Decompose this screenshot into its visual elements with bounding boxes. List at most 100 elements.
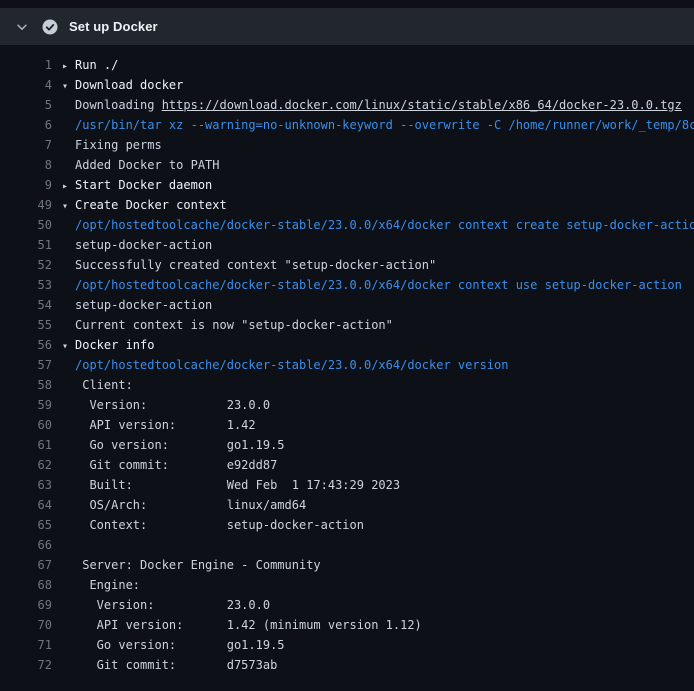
log-line: 62 Git commit: e92dd87	[0, 455, 694, 475]
log-text: API version: 1.42 (minimum version 1.12)	[62, 615, 694, 635]
caret-down-icon[interactable]: ▾	[62, 77, 75, 95]
log-text: Version: 23.0.0	[62, 595, 694, 615]
log-line: 72 Git commit: d7573ab	[0, 655, 694, 675]
log-text: Added Docker to PATH	[62, 155, 694, 175]
log-line: 65 Context: setup-docker-action	[0, 515, 694, 535]
log-line: 50/opt/hostedtoolcache/docker-stable/23.…	[0, 215, 694, 235]
log-line: 69 Version: 23.0.0	[0, 595, 694, 615]
line-number[interactable]: 5	[0, 95, 52, 115]
log-line: 71 Go version: go1.19.5	[0, 635, 694, 655]
group-title[interactable]: Create Docker context	[75, 198, 227, 212]
log-scroll-area[interactable]: 1▸Run ./4▾Download docker5Downloading ht…	[0, 45, 694, 683]
log-text: Current context is now "setup-docker-act…	[62, 315, 694, 335]
line-number[interactable]: 52	[0, 255, 52, 275]
log-text: Go version: go1.19.5	[62, 635, 694, 655]
line-number[interactable]: 49	[0, 195, 52, 215]
chevron-down-icon[interactable]	[15, 20, 29, 34]
log-text: Client:	[62, 375, 694, 395]
line-number[interactable]: 55	[0, 315, 52, 335]
log-line: 49 ▾Create Docker context	[0, 195, 694, 215]
log-line: 68 Engine:	[0, 575, 694, 595]
line-number[interactable]: 66	[0, 535, 52, 555]
log-text: Git commit: e92dd87	[62, 455, 694, 475]
line-number[interactable]: 64	[0, 495, 52, 515]
success-check-icon	[42, 19, 58, 35]
caret-down-icon[interactable]: ▾	[62, 197, 75, 215]
log-command-text: /opt/hostedtoolcache/docker-stable/23.0.…	[62, 215, 694, 235]
line-number[interactable]: 53	[0, 275, 52, 295]
line-number[interactable]: 61	[0, 435, 52, 455]
group-title[interactable]: Start Docker daemon	[75, 178, 212, 192]
group-line-content: ▾Download docker	[62, 75, 694, 95]
log-text	[62, 535, 694, 555]
group-line-content: ▸Run ./	[62, 55, 694, 75]
log-text: Context: setup-docker-action	[62, 515, 694, 535]
log-line: 60 API version: 1.42	[0, 415, 694, 435]
log-text: Engine:	[62, 575, 694, 595]
log-line: 5 Downloading https://download.docker.com…	[0, 95, 694, 115]
line-number[interactable]: 8	[0, 155, 52, 175]
log-line: 4 ▾Download docker	[0, 75, 694, 95]
group-line-content: ▾Docker info	[62, 335, 694, 355]
line-number[interactable]: 69	[0, 595, 52, 615]
log-line: 9 ▸Start Docker daemon	[0, 175, 694, 195]
log-line: 59 Version: 23.0.0	[0, 395, 694, 415]
line-number[interactable]: 58	[0, 375, 52, 395]
log-text: Downloading	[75, 98, 162, 112]
log-line: 57/opt/hostedtoolcache/docker-stable/23.…	[0, 355, 694, 375]
line-number[interactable]: 59	[0, 395, 52, 415]
group-title[interactable]: Run ./	[75, 58, 118, 72]
log-line: 6/usr/bin/tar xz --warning=no-unknown-ke…	[0, 115, 694, 135]
line-number[interactable]: 4	[0, 75, 52, 95]
line-number[interactable]: 7	[0, 135, 52, 155]
log-text: Successfully created context "setup-dock…	[62, 255, 694, 275]
line-number[interactable]: 1	[0, 55, 52, 75]
line-number[interactable]: 63	[0, 475, 52, 495]
log-text: setup-docker-action	[62, 295, 694, 315]
line-number[interactable]: 71	[0, 635, 52, 655]
group-title[interactable]: Docker info	[75, 338, 154, 352]
step-header[interactable]: Set up Docker	[0, 8, 694, 45]
log-text: OS/Arch: linux/amd64	[62, 495, 694, 515]
log-text: Git commit: d7573ab	[62, 655, 694, 675]
log-line: 58 Client:	[0, 375, 694, 395]
log-line: 61 Go version: go1.19.5	[0, 435, 694, 455]
line-number[interactable]: 54	[0, 295, 52, 315]
log-line: 7Fixing perms	[0, 135, 694, 155]
line-number[interactable]: 72	[0, 655, 52, 675]
log-url-link[interactable]: https://download.docker.com/linux/static…	[162, 98, 682, 112]
step-title: Set up Docker	[69, 19, 158, 34]
log-line: 1 ▸Run ./	[0, 55, 694, 75]
line-number[interactable]: 9	[0, 175, 52, 195]
log-line: 51setup-docker-action	[0, 235, 694, 255]
line-number[interactable]: 67	[0, 555, 52, 575]
caret-down-icon[interactable]: ▾	[62, 337, 75, 355]
log-text: Go version: go1.19.5	[62, 435, 694, 455]
line-number[interactable]: 50	[0, 215, 52, 235]
line-number[interactable]: 6	[0, 115, 52, 135]
line-number[interactable]: 51	[0, 235, 52, 255]
line-number[interactable]: 56	[0, 335, 52, 355]
line-number[interactable]: 62	[0, 455, 52, 475]
log-line: 8 Added Docker to PATH	[0, 155, 694, 175]
caret-right-icon[interactable]: ▸	[62, 57, 75, 75]
line-number[interactable]: 60	[0, 415, 52, 435]
line-number[interactable]: 57	[0, 355, 52, 375]
line-number[interactable]: 65	[0, 515, 52, 535]
group-title[interactable]: Download docker	[75, 78, 183, 92]
log-line: 67 Server: Docker Engine - Community	[0, 555, 694, 575]
log-line: 53/opt/hostedtoolcache/docker-stable/23.…	[0, 275, 694, 295]
log-line: 70 API version: 1.42 (minimum version 1.…	[0, 615, 694, 635]
log-line: 64 OS/Arch: linux/amd64	[0, 495, 694, 515]
log-command-text: /opt/hostedtoolcache/docker-stable/23.0.…	[62, 355, 694, 375]
log-line: 66	[0, 535, 694, 555]
log-line: 52 Successfully created context "setup-do…	[0, 255, 694, 275]
line-number[interactable]: 70	[0, 615, 52, 635]
group-line-content: ▸Start Docker daemon	[62, 175, 694, 195]
log-line: 56 ▾Docker info	[0, 335, 694, 355]
caret-right-icon[interactable]: ▸	[62, 177, 75, 195]
log-line: 63 Built: Wed Feb 1 17:43:29 2023	[0, 475, 694, 495]
line-number[interactable]: 68	[0, 575, 52, 595]
log-command-text: /opt/hostedtoolcache/docker-stable/23.0.…	[62, 275, 694, 295]
log-line-content: Downloading https://download.docker.com/…	[62, 95, 694, 115]
